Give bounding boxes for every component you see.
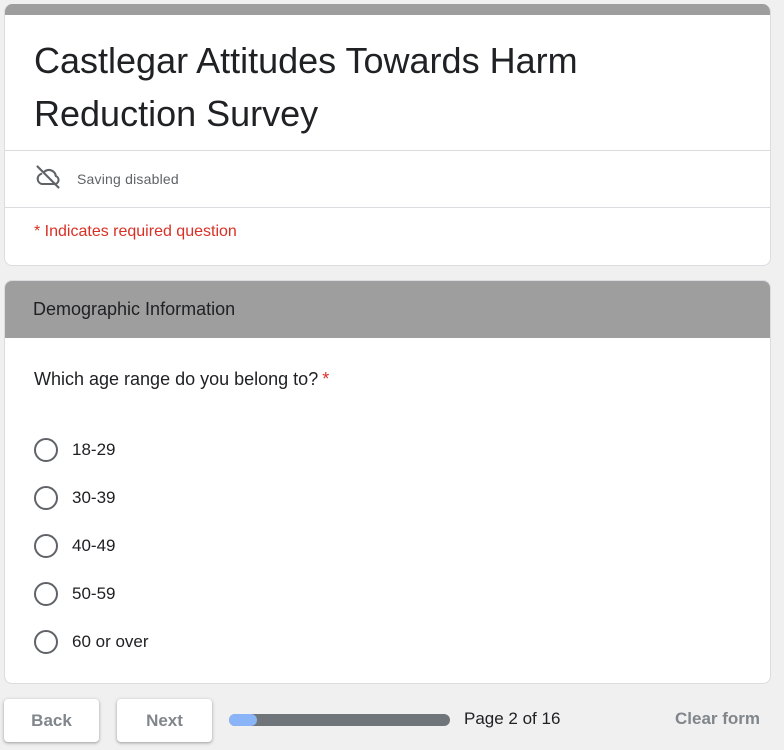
form-title: Castlegar Attitudes Towards Harm Reducti… xyxy=(34,40,578,134)
radio-option-label: 50-59 xyxy=(72,584,116,603)
required-note: * Indicates required question xyxy=(34,223,237,240)
next-button[interactable]: Next xyxy=(117,699,212,742)
radio-option-label: 40-49 xyxy=(72,536,116,555)
clear-form-button[interactable]: Clear form xyxy=(675,709,760,729)
section-header: Demographic Information xyxy=(5,281,770,338)
radio-button[interactable] xyxy=(34,582,58,606)
radio-button[interactable] xyxy=(34,630,58,654)
required-asterisk: * xyxy=(322,369,330,389)
back-button[interactable]: Back xyxy=(4,699,99,742)
page-indicator: Page 2 of 16 xyxy=(464,709,561,728)
radio-option-label: 30-39 xyxy=(72,488,116,507)
radio-option-40-49[interactable]: 40-49 xyxy=(34,522,149,570)
question-text: Which age range do you belong to? xyxy=(34,369,319,389)
radio-option-label: 18-29 xyxy=(72,440,116,459)
radio-button[interactable] xyxy=(34,534,58,558)
section-title: Demographic Information xyxy=(33,299,236,319)
radio-option-18-29[interactable]: 18-29 xyxy=(34,426,149,474)
radio-option-label: 60 or over xyxy=(72,632,149,651)
radio-group: 18-29 30-39 40-49 50-59 60 or over xyxy=(34,426,149,666)
question-title: Which age range do you belong to? * xyxy=(34,369,329,390)
radio-option-60-or-over[interactable]: 60 or over xyxy=(34,618,149,666)
radio-button[interactable] xyxy=(34,486,58,510)
divider xyxy=(5,150,770,151)
progress-bar-fill xyxy=(229,714,257,726)
radio-button[interactable] xyxy=(34,438,58,462)
form-header-card: Castlegar Attitudes Towards Harm Reducti… xyxy=(4,4,771,266)
progress-bar xyxy=(229,714,450,726)
question-card: Demographic Information Which age range … xyxy=(4,280,771,684)
saving-status: Saving disabled xyxy=(34,164,179,192)
header-accent-bar xyxy=(5,4,770,15)
cloud-off-icon xyxy=(34,163,62,196)
radio-option-50-59[interactable]: 50-59 xyxy=(34,570,149,618)
divider xyxy=(5,207,770,208)
radio-option-30-39[interactable]: 30-39 xyxy=(34,474,149,522)
saving-status-text: Saving disabled xyxy=(77,171,179,187)
